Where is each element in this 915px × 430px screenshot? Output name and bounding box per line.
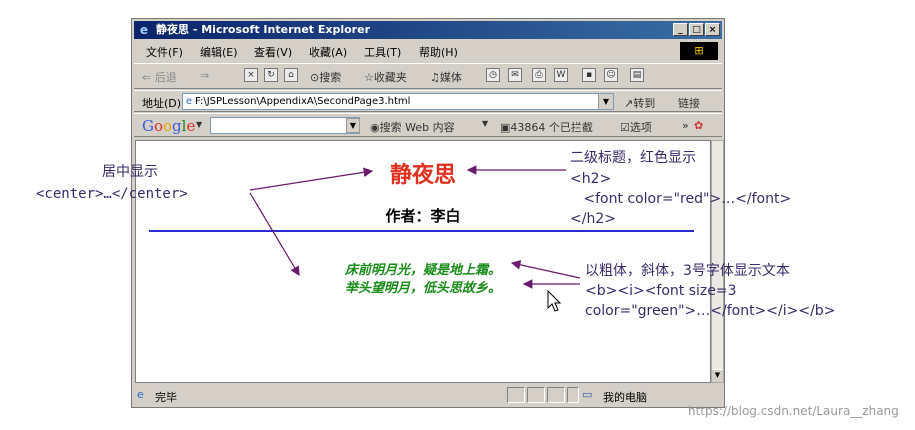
arrow-bold-to-poem-1: [510, 260, 581, 279]
annotation-arrows: [249, 165, 581, 289]
arrow-center-to-heading: [249, 167, 374, 191]
arrow-center-to-poem: [249, 192, 300, 277]
